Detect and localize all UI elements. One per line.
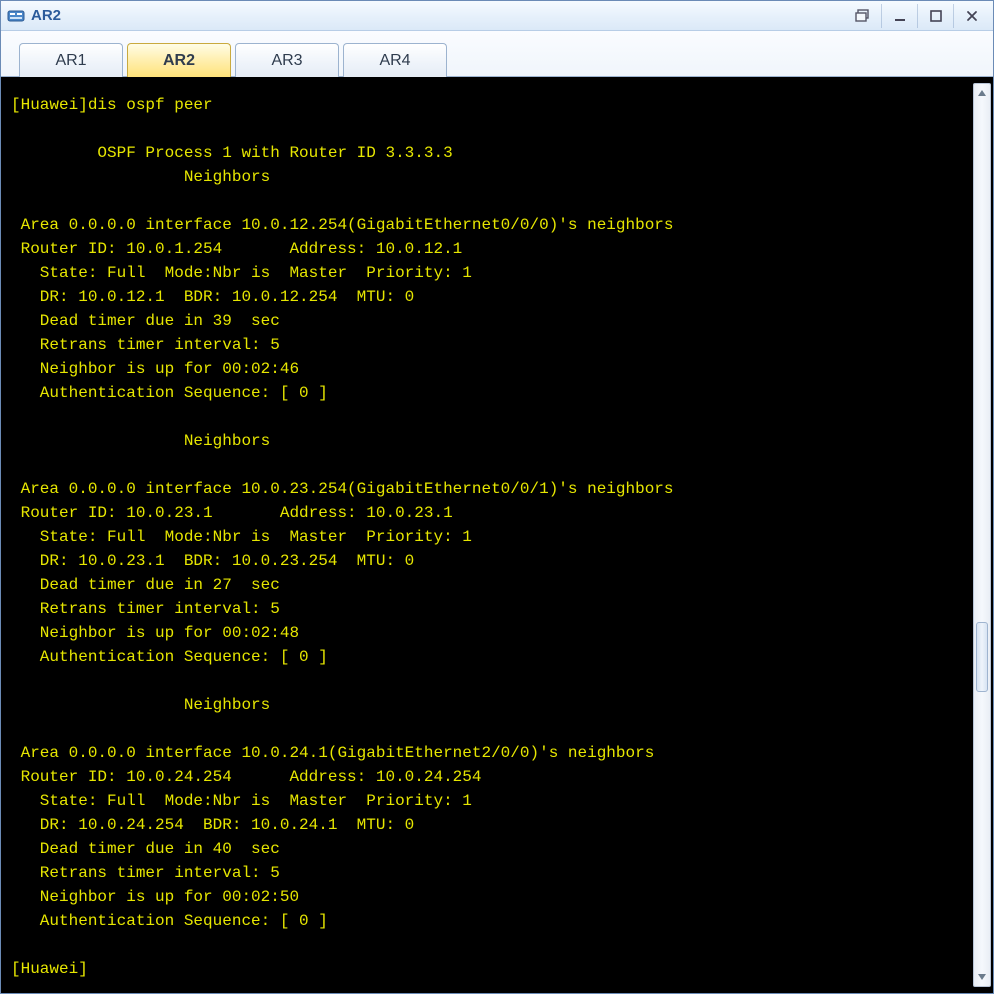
window-buttons — [845, 4, 989, 28]
app-icon — [7, 7, 25, 25]
app-window: AR2 AR1 AR2 AR3 AR4 [Huawei]dis ospf pee… — [0, 0, 994, 994]
tab-label: AR4 — [379, 52, 410, 70]
scroll-up-button[interactable] — [974, 84, 990, 102]
close-button[interactable] — [953, 4, 989, 28]
scroll-down-button[interactable] — [974, 968, 990, 986]
title-left: AR2 — [7, 7, 845, 25]
restore2-button[interactable] — [845, 4, 881, 28]
window-title: AR2 — [31, 7, 61, 24]
tab-label: AR1 — [55, 52, 86, 70]
tab-ar3[interactable]: AR3 — [235, 43, 339, 77]
tab-label: AR2 — [163, 52, 195, 70]
titlebar[interactable]: AR2 — [1, 1, 993, 31]
scroll-thumb[interactable] — [976, 622, 988, 692]
tab-bar: AR1 AR2 AR3 AR4 — [1, 31, 993, 77]
tab-ar4[interactable]: AR4 — [343, 43, 447, 77]
minimize-button[interactable] — [881, 4, 917, 28]
tab-label: AR3 — [271, 52, 302, 70]
maximize-button[interactable] — [917, 4, 953, 28]
scrollbar[interactable] — [973, 83, 991, 987]
scroll-track[interactable] — [974, 102, 990, 968]
tab-ar1[interactable]: AR1 — [19, 43, 123, 77]
terminal-container: [Huawei]dis ospf peer OSPF Process 1 wit… — [1, 77, 993, 993]
terminal-output[interactable]: [Huawei]dis ospf peer OSPF Process 1 wit… — [11, 93, 987, 987]
tab-ar2[interactable]: AR2 — [127, 43, 231, 77]
